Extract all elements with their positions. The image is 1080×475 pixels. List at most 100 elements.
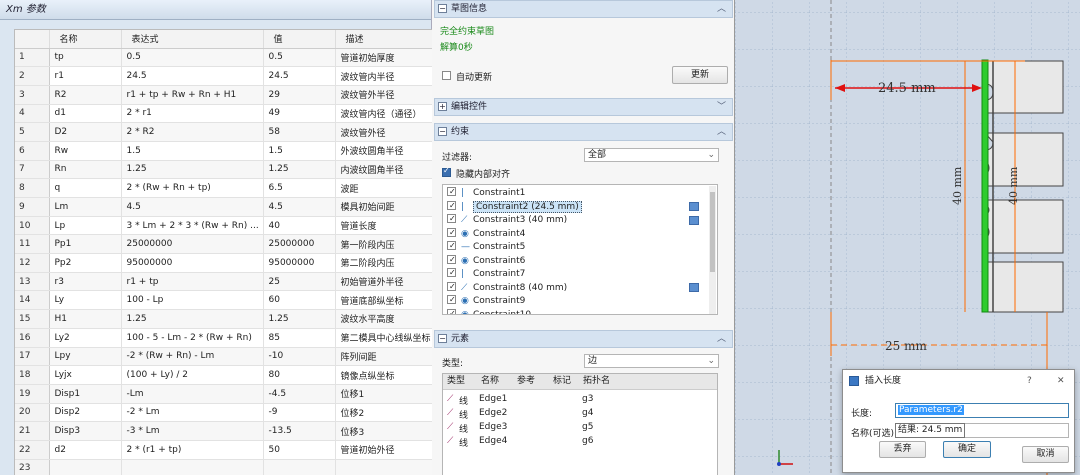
constraint-checkbox[interactable]: ✓ (447, 187, 456, 196)
cancel-button[interactable]: 取消 (1022, 446, 1069, 463)
table-cell[interactable]: 100 - Lp (121, 290, 264, 311)
constraint-item[interactable]: ✓ ◉ Constraint9 (447, 295, 525, 308)
table-cell[interactable]: -9 (263, 403, 336, 423)
constraint-checkbox[interactable]: ✓ (447, 214, 456, 223)
table-row[interactable]: 20 Disp2 -2 * Lm -9 位移2 (15, 403, 432, 423)
table-row[interactable]: 11 Pp1 25000000 25000000 第一阶段内压 (15, 234, 432, 255)
table-cell[interactable]: 镜像点纵坐标 (335, 365, 432, 385)
table-cell[interactable]: 2 * (Rw + Rn + tp) (121, 178, 264, 198)
constraint-list[interactable]: ✓ | Constraint1 ✓ | Constraint2 (24.5 mm) ✓ ⟋ Co… (442, 184, 718, 315)
table-cell[interactable]: 波距 (335, 178, 432, 198)
element-column-header[interactable]: 名称 (477, 374, 513, 390)
table-cell[interactable]: d1 (49, 104, 122, 124)
table-row[interactable]: 14 Ly 100 - Lp 60 管道底部纵坐标 (15, 290, 432, 311)
table-cell[interactable]: Ly2 (49, 328, 122, 348)
element-row[interactable]: ⟋ 线 Edge1 g3 (443, 394, 713, 407)
constraint-checkbox[interactable]: ✓ (447, 308, 456, 314)
table-cell[interactable]: 58 (263, 122, 336, 142)
type-select[interactable]: 边 ⌄ (584, 354, 719, 368)
table-cell[interactable]: 40 (263, 216, 336, 236)
table-cell[interactable]: -10 (263, 347, 336, 367)
table-cell[interactable]: 29 (263, 85, 336, 105)
constraint-item[interactable]: ✓ | Constraint7 (447, 268, 525, 281)
table-cell[interactable]: H1 (49, 309, 122, 329)
ok-button[interactable]: 确定 (943, 441, 991, 458)
table-row[interactable]: 7 Rn 1.25 1.25 内波纹圆角半径 (15, 160, 432, 180)
table-row[interactable]: 21 Disp3 -3 * Lm -13.5 位移3 (15, 421, 432, 441)
section-edit-controls[interactable]: + 编辑控件 ﹀ (434, 98, 733, 116)
table-cell[interactable]: 第二模具中心线纵坐标 (335, 328, 432, 348)
table-cell[interactable]: 80 (263, 365, 336, 385)
table-cell[interactable]: Rn (49, 160, 122, 180)
mold-blocks[interactable] (983, 60, 1064, 313)
table-row[interactable]: 10 Lp 3 * Lm + 2 * 3 * (Rw + Rn) ... 40 管道长度 (15, 216, 432, 236)
table-cell[interactable]: -13.5 (263, 421, 336, 441)
table-cell[interactable]: -Lm (121, 384, 264, 404)
table-row[interactable]: 16 Ly2 100 - 5 - Lm - 2 * (Rw + Rn) 85 第二模具中… (15, 328, 432, 348)
table-cell[interactable]: Lyjx (49, 365, 122, 385)
table-cell[interactable]: r1 (49, 66, 122, 86)
table-row[interactable]: 19 Disp1 -Lm -4.5 位移1 (15, 384, 432, 404)
table-cell[interactable]: 2 * r1 (121, 104, 264, 124)
table-cell[interactable]: 25 (263, 272, 336, 292)
table-cell[interactable]: Pp2 (49, 253, 122, 273)
table-cell[interactable]: R2 (49, 85, 122, 105)
table-cell[interactable]: 位移2 (335, 403, 432, 423)
table-cell[interactable]: Rw (49, 141, 122, 161)
table-cell[interactable]: 管道长度 (335, 216, 432, 236)
table-cell[interactable]: 位移3 (335, 421, 432, 441)
table-row[interactable]: 5 D2 2 * R2 58 波纹管外径 (15, 122, 432, 142)
length-input[interactable]: Parameters.r2 (895, 403, 1069, 418)
table-row[interactable]: 1 tp 0.5 0.5 管道初始厚度 (15, 48, 432, 68)
chevron-up-icon[interactable]: ︿ (717, 124, 726, 140)
dimension-25[interactable]: 25 mm (885, 339, 927, 353)
table-cell[interactable]: Pp1 (49, 234, 122, 255)
table-cell[interactable]: 25000000 (121, 234, 264, 255)
constraint-item[interactable]: ✓ ⟋ Constraint8 (40 mm) (447, 281, 567, 295)
section-constraints[interactable]: − 约束 ︿ (434, 123, 733, 141)
table-cell[interactable]: 95000000 (121, 253, 264, 273)
table-row[interactable]: 15 H1 1.25 1.25 波纹水平高度 (15, 309, 432, 329)
table-cell[interactable]: 波纹管外半径 (335, 85, 432, 105)
filter-select[interactable]: 全部 ⌄ (584, 148, 719, 162)
table-cell[interactable] (121, 459, 264, 475)
dialog-titlebar[interactable]: 插入长度 ? ✕ (843, 370, 1074, 392)
table-cell[interactable]: 1.25 (121, 309, 264, 329)
pipe-wall[interactable] (981, 59, 989, 313)
constraint-checkbox[interactable]: ✓ (447, 268, 456, 277)
constraint-item[interactable]: ✓ ◉ Constraint4 (447, 227, 525, 241)
table-cell[interactable]: 模具初始间距 (335, 197, 432, 217)
chevron-up-icon[interactable]: ︿ (717, 1, 726, 17)
chevron-down-icon[interactable]: ﹀ (717, 99, 726, 115)
table-cell[interactable] (263, 459, 336, 475)
table-cell[interactable]: d2 (49, 440, 122, 460)
table-row[interactable]: 17 Lpy -2 * (Rw + Rn) - Lm -10 阵列间距 (15, 347, 432, 367)
table-cell[interactable]: 波纹管内半径 (335, 66, 432, 86)
close-icon[interactable]: ✕ (1057, 370, 1065, 392)
table-cell[interactable]: q (49, 178, 122, 198)
dimension-40-left[interactable]: 40 mm (951, 166, 964, 205)
table-cell[interactable]: Ly (49, 290, 122, 311)
table-cell[interactable]: r1 + tp + Rw + Rn + H1 (121, 85, 264, 105)
table-cell[interactable]: 1.25 (121, 160, 264, 180)
table-cell[interactable]: 25000000 (263, 234, 336, 255)
constraint-item[interactable]: ✓ | Constraint1 (447, 187, 525, 200)
table-row[interactable]: 3 R2 r1 + tp + Rw + Rn + H1 29 波纹管外半径 (15, 85, 432, 105)
table-cell[interactable]: Disp1 (49, 384, 122, 404)
column-header[interactable]: 描述 (335, 30, 432, 49)
table-cell[interactable]: 0.5 (121, 48, 264, 68)
table-row[interactable]: 18 Lyjx (100 + Ly) / 2 80 镜像点纵坐标 (15, 365, 432, 385)
table-cell[interactable]: 第一阶段内压 (335, 234, 432, 255)
table-row[interactable]: 22 d2 2 * (r1 + tp) 50 管道初始外径 (15, 440, 432, 460)
table-cell[interactable]: 波纹管内径（通径） (335, 104, 432, 124)
datum-icon[interactable] (689, 283, 699, 292)
table-cell[interactable]: 85 (263, 328, 336, 348)
table-cell[interactable]: 0.5 (263, 48, 336, 68)
table-cell[interactable]: 3 * Lm + 2 * 3 * (Rw + Rn) ... (121, 216, 264, 236)
table-cell[interactable]: -2 * (Rw + Rn) - Lm (121, 347, 264, 367)
constraint-checkbox[interactable]: ✓ (447, 295, 456, 304)
table-cell[interactable]: 内波纹圆角半径 (335, 160, 432, 180)
element-column-header[interactable]: 拓扑名 (579, 374, 717, 390)
section-sketch-info[interactable]: − 草图信息 ︿ (434, 0, 733, 18)
constraint-item[interactable]: ✓ | Constraint2 (24.5 mm) (447, 200, 582, 214)
